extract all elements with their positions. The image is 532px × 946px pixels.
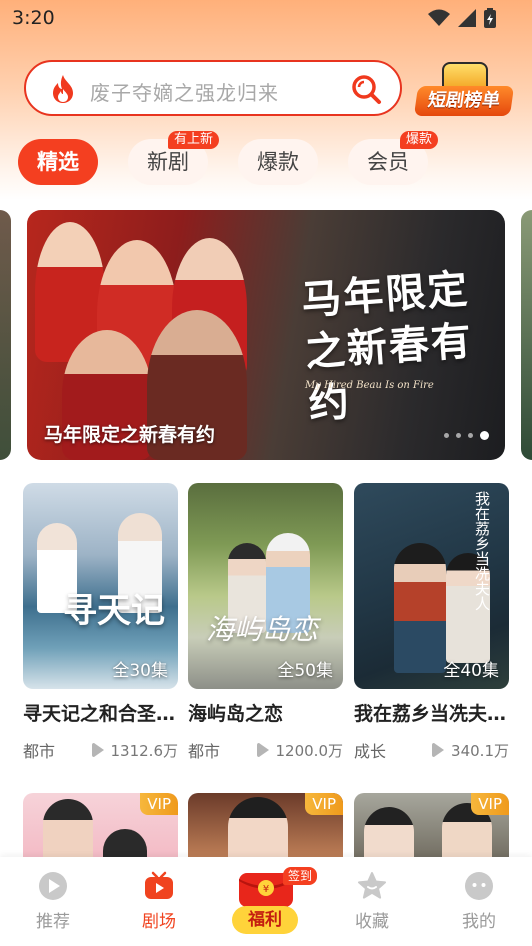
profile-face-icon xyxy=(465,872,493,900)
drama-meta: 成长 340.1万 xyxy=(354,738,509,762)
hit-badge: 爆款 xyxy=(400,131,439,149)
view-count-value: 1312.6万 xyxy=(110,741,179,760)
tab-members-label: 会员 xyxy=(367,150,409,174)
drama-meta: 都市 1312.6万 xyxy=(23,738,178,762)
tv-icon xyxy=(145,871,173,899)
nav-recommend[interactable]: 推荐 xyxy=(0,857,106,946)
vip-tag: VIP xyxy=(305,793,343,815)
banner-title-art: 马年限定之新春有约 xyxy=(299,265,475,428)
poster-figure xyxy=(43,799,93,863)
poster-title-art: 寻天记 xyxy=(63,591,165,631)
poster-figure xyxy=(394,543,446,673)
nav-welfare[interactable]: ¥ 签到 福利 xyxy=(213,857,319,946)
vip-tag: VIP xyxy=(140,793,178,815)
banner-prev-peek[interactable] xyxy=(0,210,11,460)
status-bar: 3:20 xyxy=(0,0,532,36)
status-time: 3:20 xyxy=(12,7,55,29)
drama-rank-label: 短剧榜单 xyxy=(413,86,515,116)
tab-featured-label: 精选 xyxy=(37,150,79,174)
nav-profile-label: 我的 xyxy=(462,912,496,932)
vip-drama-card[interactable]: VIP xyxy=(23,793,178,863)
search-icon[interactable] xyxy=(350,73,382,105)
nav-theater-label: 剧场 xyxy=(142,912,176,932)
new-release-badge: 有上新 xyxy=(168,131,220,149)
drama-poster[interactable]: 我在荔乡当冼夫人 全40集 xyxy=(354,483,509,689)
view-count: 1312.6万 xyxy=(90,740,179,761)
poster-figure xyxy=(364,807,414,863)
vip-drama-card[interactable]: VIP xyxy=(354,793,509,863)
drama-poster[interactable]: 寻天记 全30集 xyxy=(23,483,178,689)
episode-count: 全30集 xyxy=(112,661,168,681)
pagination-dot xyxy=(468,433,473,438)
vip-drama-card[interactable]: VIP xyxy=(188,793,343,863)
drama-rank-button[interactable]: 短剧榜单 xyxy=(413,62,515,118)
poster-title-art: 海屿岛恋 xyxy=(206,613,319,646)
drama-card[interactable]: 寻天记 全30集 寻天记之和合圣… 都市 1312.6万 xyxy=(23,483,178,762)
drama-poster[interactable]: 海屿岛恋 全50集 xyxy=(188,483,343,689)
featured-banner[interactable]: 马年限定之新春有约 My Hired Beau Is on Fire 马年限定之… xyxy=(27,210,505,460)
drama-meta: 都市 1200.0万 xyxy=(188,738,343,762)
play-count-icon xyxy=(91,743,104,757)
pagination-dot xyxy=(456,433,461,438)
tab-new-drama-label: 新剧 xyxy=(147,150,189,174)
nav-welfare-label: 福利 xyxy=(232,906,298,934)
flame-icon xyxy=(53,75,73,103)
nav-recommend-label: 推荐 xyxy=(36,912,70,932)
drama-genre: 都市 xyxy=(188,742,221,761)
view-count-value: 1200.0万 xyxy=(275,741,344,760)
sign-in-badge: 签到 xyxy=(283,867,318,885)
view-count: 1200.0万 xyxy=(255,740,344,761)
drama-title: 我在荔乡当冼夫… xyxy=(354,703,507,725)
drama-genre: 成长 xyxy=(354,742,387,761)
svg-text:¥: ¥ xyxy=(263,884,269,895)
vip-tag: VIP xyxy=(471,793,509,815)
drama-genre: 都市 xyxy=(23,742,56,761)
drama-title: 寻天记之和合圣… xyxy=(23,703,176,725)
star-icon xyxy=(358,872,386,899)
play-count-icon xyxy=(256,743,269,757)
banner-caption: 马年限定之新春有约 xyxy=(44,424,216,446)
status-icons xyxy=(428,8,496,28)
banner-next-peek[interactable] xyxy=(521,210,532,460)
tab-hits-label: 爆款 xyxy=(257,150,299,174)
play-count-icon xyxy=(432,743,445,757)
poster-figure xyxy=(228,797,288,863)
banner-subtitle: My Hired Beau Is on Fire xyxy=(305,380,434,391)
pagination-dot-active xyxy=(480,431,489,440)
play-circle-icon xyxy=(39,872,67,900)
drama-title: 海屿岛之恋 xyxy=(188,703,284,725)
nav-favorites[interactable]: 收藏 xyxy=(319,857,425,946)
tab-new-drama[interactable]: 新剧 有上新 xyxy=(128,131,220,185)
episode-count: 全40集 xyxy=(443,661,499,681)
battery-icon xyxy=(484,8,496,28)
pagination-dot xyxy=(444,433,449,438)
view-count: 340.1万 xyxy=(430,740,509,761)
episode-count: 全50集 xyxy=(277,661,333,681)
drama-card[interactable]: 我在荔乡当冼夫人 全40集 我在荔乡当冼夫… 成长 340.1万 xyxy=(354,483,509,762)
wifi-icon xyxy=(428,9,450,26)
banner-pagination xyxy=(444,431,489,440)
view-count-value: 340.1万 xyxy=(451,741,509,760)
drama-card[interactable]: 海屿岛恋 全50集 海屿岛之恋 都市 1200.0万 xyxy=(188,483,343,762)
poster-title-art: 我在荔乡当冼夫人 xyxy=(473,491,491,611)
nav-favorites-label: 收藏 xyxy=(355,912,389,932)
tab-hits[interactable]: 爆款 xyxy=(238,139,318,185)
nav-profile[interactable]: 我的 xyxy=(426,857,532,946)
search-placeholder[interactable]: 废子夺嫡之强龙归来 xyxy=(90,77,279,106)
nav-theater[interactable]: 剧场 xyxy=(106,857,212,946)
search-bar[interactable]: 废子夺嫡之强龙归来 xyxy=(24,60,402,116)
tab-members[interactable]: 会员 爆款 xyxy=(348,131,439,185)
bottom-nav: 推荐 剧场 ¥ 签到 福利 收藏 我的 xyxy=(0,857,532,946)
tab-featured[interactable]: 精选 xyxy=(18,139,98,185)
signal-icon xyxy=(458,9,476,27)
